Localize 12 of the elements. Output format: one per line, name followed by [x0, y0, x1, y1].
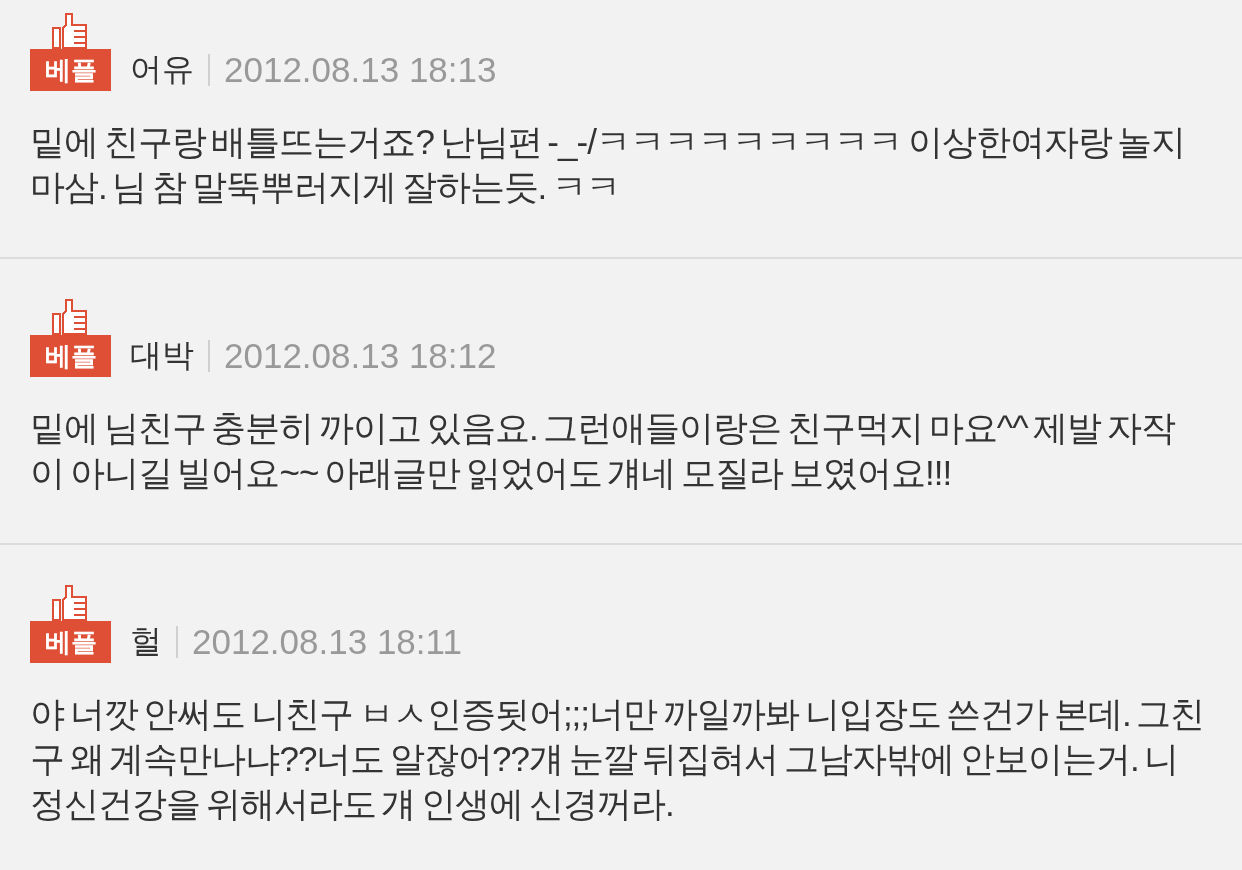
comment-text: 밑에 친구랑 배틀뜨는거죠? 난님편 -_-/ㅋㅋㅋㅋㅋㅋㅋㅋㅋ 이상한여자랑 놀지마삼. 님 참 말뚝뿌러지게 잘하는듯. ㅋㅋ — [30, 121, 1187, 208]
comment-text: 야 너깟 안써도 니친구 ㅂㅅ인증됫어;;;너만 까일까봐 니입장도 쓴건가 본데. 그친구 왜 계속만나냐??너도 알잖어??걔 눈깔 뒤집혀서 그남자밖에 안보이는거. 니 정신건강을 위해서라도 걔 인생에 신경꺼라. — [30, 693, 1205, 825]
author-name: 어유 — [130, 50, 194, 89]
comment-time: 2012.08.13 18:11 — [192, 622, 462, 662]
comment-time: 2012.08.13 18:13 — [224, 50, 497, 90]
best-reply-badge: 베플 — [30, 49, 111, 91]
author-name: 헐 — [130, 622, 162, 661]
author-name: 대박 — [130, 336, 194, 375]
comment-time: 2012.08.13 18:12 — [224, 336, 497, 376]
best-reply-badge: 베플 — [30, 621, 111, 663]
comment-text: 밑에 님친구 충분히 까이고 있음요. 그런애들이랑은 친구먹지 마요^^ 제발 자작이 아니길 빌어요~~ 아래글만 읽었어도 걔네 모질라 보였어요!!! — [30, 407, 1177, 494]
best-reply-badge: 베플 — [30, 335, 111, 377]
